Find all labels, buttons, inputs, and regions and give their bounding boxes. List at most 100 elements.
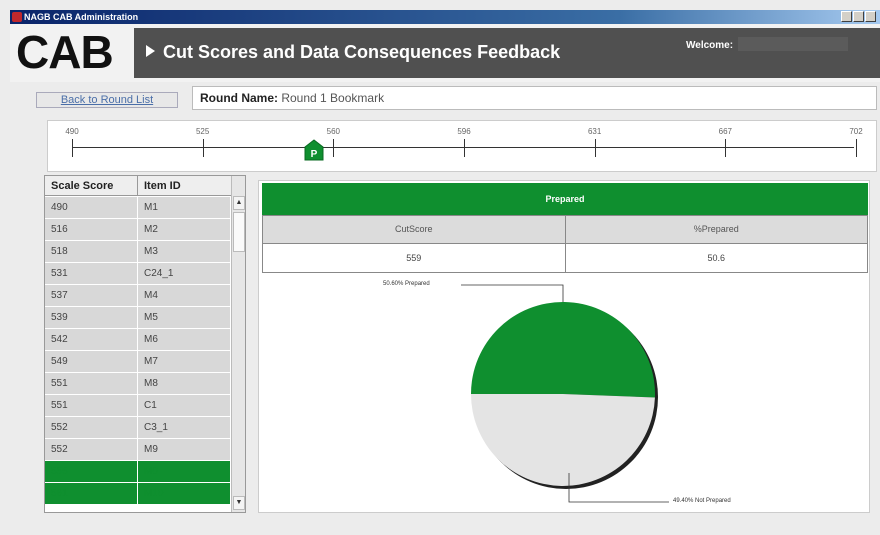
table-row[interactable]: 561 M10 (45, 483, 231, 505)
page-title: Cut Scores and Data Consequences Feedbac… (163, 42, 561, 62)
column-header-item-id[interactable]: Item ID (138, 176, 231, 195)
ruler-tick-label: 525 (195, 127, 210, 136)
table-scrollbar[interactable]: ▲ ▼ (231, 176, 245, 512)
ruler-tick (72, 139, 73, 157)
welcome-user-name (738, 37, 848, 51)
arrow-right-icon (146, 45, 155, 57)
scale-score-cell: 555 (45, 461, 138, 482)
item-id-cell: C3_1 (138, 417, 231, 438)
scale-score-cell: 539 (45, 307, 138, 328)
round-name-label: Round Name: (200, 91, 278, 105)
table-row[interactable]: 516 M2 (45, 219, 231, 241)
ruler-tick (333, 139, 335, 157)
item-id-cell: C1 (138, 395, 231, 416)
table-row[interactable]: 542 M6 (45, 329, 231, 351)
table-row[interactable]: 537 M4 (45, 285, 231, 307)
table-row[interactable]: 539 M5 (45, 307, 231, 329)
app-icon (12, 12, 22, 22)
table-row[interactable]: 518 M3 (45, 241, 231, 263)
marker-label: P (311, 149, 318, 160)
minimize-button[interactable] (841, 11, 852, 22)
ruler-tick (856, 139, 857, 157)
item-id-cell: M5 (138, 307, 231, 328)
item-id-cell: M6 (138, 329, 231, 350)
scale-score-cell: 531 (45, 263, 138, 284)
scale-score-cell: 537 (45, 285, 138, 306)
app-logo: CAB (16, 26, 114, 78)
scroll-down-arrow-icon[interactable]: ▼ (233, 496, 245, 510)
ruler-tick (725, 139, 727, 157)
ruler-line (72, 147, 854, 148)
window-controls (841, 11, 876, 22)
scale-score-cell: 552 (45, 417, 138, 438)
round-name-field: Round Name: Round 1 Bookmark (192, 86, 877, 110)
scale-score-cell: 549 (45, 351, 138, 372)
table-row[interactable]: 490 M1 (45, 197, 231, 219)
table-body: 490 M1 516 M2 518 M3 531 C24_1 537 M4 539 M5 542 M6 54… (45, 197, 231, 505)
window-title: NAGB CAB Administration (24, 12, 139, 22)
ruler-tick (464, 139, 465, 157)
not-prepared-slice-label: 49.40% Not Prepared (673, 498, 731, 504)
table-row[interactable]: 552 M9 (45, 439, 231, 461)
scale-score-cell: 552 (45, 439, 138, 460)
results-panel: Prepared CutScore %Prepared 559 50.6 50.… (258, 180, 870, 513)
scale-score-table: Scale Score Item ID 490 M1 516 M2 518 M3 531 C2… (44, 175, 246, 513)
column-header-scale-score[interactable]: Scale Score (45, 176, 138, 195)
scale-score-cell: 516 (45, 219, 138, 240)
ruler-tick-label: 490 (65, 127, 79, 136)
item-id-cell: M1 (138, 197, 231, 218)
item-id-cell: M0 (138, 461, 231, 482)
scale-ruler: 490 525 560 596 631 667 702 P (47, 120, 877, 172)
scale-score-cell: 542 (45, 329, 138, 350)
ruler-tick-label: 596 (457, 127, 471, 136)
prepared-leader-line (461, 284, 564, 302)
ruler-tick-label: 631 (587, 127, 602, 136)
scale-score-cell: 518 (45, 241, 138, 262)
ruler-tick (202, 139, 204, 157)
prepared-slice-label: 50.60% Prepared (383, 281, 430, 287)
scale-score-cell: 551 (45, 395, 138, 416)
header-bar: Cut Scores and Data Consequences Feedbac… (134, 28, 880, 78)
scale-score-cell: 561 (45, 483, 138, 504)
ruler-tick (594, 139, 596, 157)
item-id-cell: C24_1 (138, 263, 231, 284)
item-id-cell: M8 (138, 373, 231, 394)
item-id-cell: M7 (138, 351, 231, 372)
pie-chart-svg (461, 284, 669, 503)
table-row[interactable]: 531 C24_1 (45, 263, 231, 285)
app-header: CAB Cut Scores and Data Consequences Fee… (10, 24, 880, 82)
table-row[interactable]: 552 C3_1 (45, 417, 231, 439)
table-header: Scale Score Item ID (45, 176, 245, 196)
close-button[interactable] (865, 11, 876, 22)
item-id-cell: M3 (138, 241, 231, 262)
ruler-tick-label: 702 (849, 127, 863, 136)
cutscore-marker[interactable]: P (304, 139, 324, 161)
item-id-cell: M9 (138, 439, 231, 460)
table-row[interactable]: 551 M8 (45, 373, 231, 395)
cutscore-header: CutScore (263, 216, 566, 243)
maximize-button[interactable] (853, 11, 864, 22)
cutscore-value: 559 (263, 244, 566, 272)
scroll-thumb[interactable] (233, 212, 245, 252)
scale-score-cell: 551 (45, 373, 138, 394)
scroll-up-arrow-icon[interactable]: ▲ (233, 196, 245, 210)
ruler-tick-label: 560 (326, 127, 341, 136)
scale-score-cell: 490 (45, 197, 138, 218)
table-row[interactable]: 551 C1 (45, 395, 231, 417)
item-id-cell: M2 (138, 219, 231, 240)
back-to-round-list-link[interactable]: Back to Round List (36, 92, 178, 108)
welcome-label: Welcome: (686, 40, 734, 51)
window-title-bar: NAGB CAB Administration (10, 10, 880, 24)
percent-prepared-header: %Prepared (693, 224, 739, 234)
prepared-pie-chart: 50.60% Prepared 49.40% Not Prepared (259, 273, 869, 513)
ruler-tick-label: 667 (718, 127, 733, 136)
item-id-cell: M4 (138, 285, 231, 306)
item-id-cell: M10 (138, 483, 231, 504)
table-row[interactable]: 555 M0 (45, 461, 231, 483)
pie-slice-not-prepared (471, 394, 655, 487)
pie-slice-prepared (471, 302, 655, 398)
results-values-row: 559 50.6 (262, 244, 868, 273)
table-row[interactable]: 549 M7 (45, 351, 231, 373)
results-column-headers: CutScore %Prepared (262, 215, 868, 244)
percent-prepared-value: 50.6 (707, 253, 726, 263)
